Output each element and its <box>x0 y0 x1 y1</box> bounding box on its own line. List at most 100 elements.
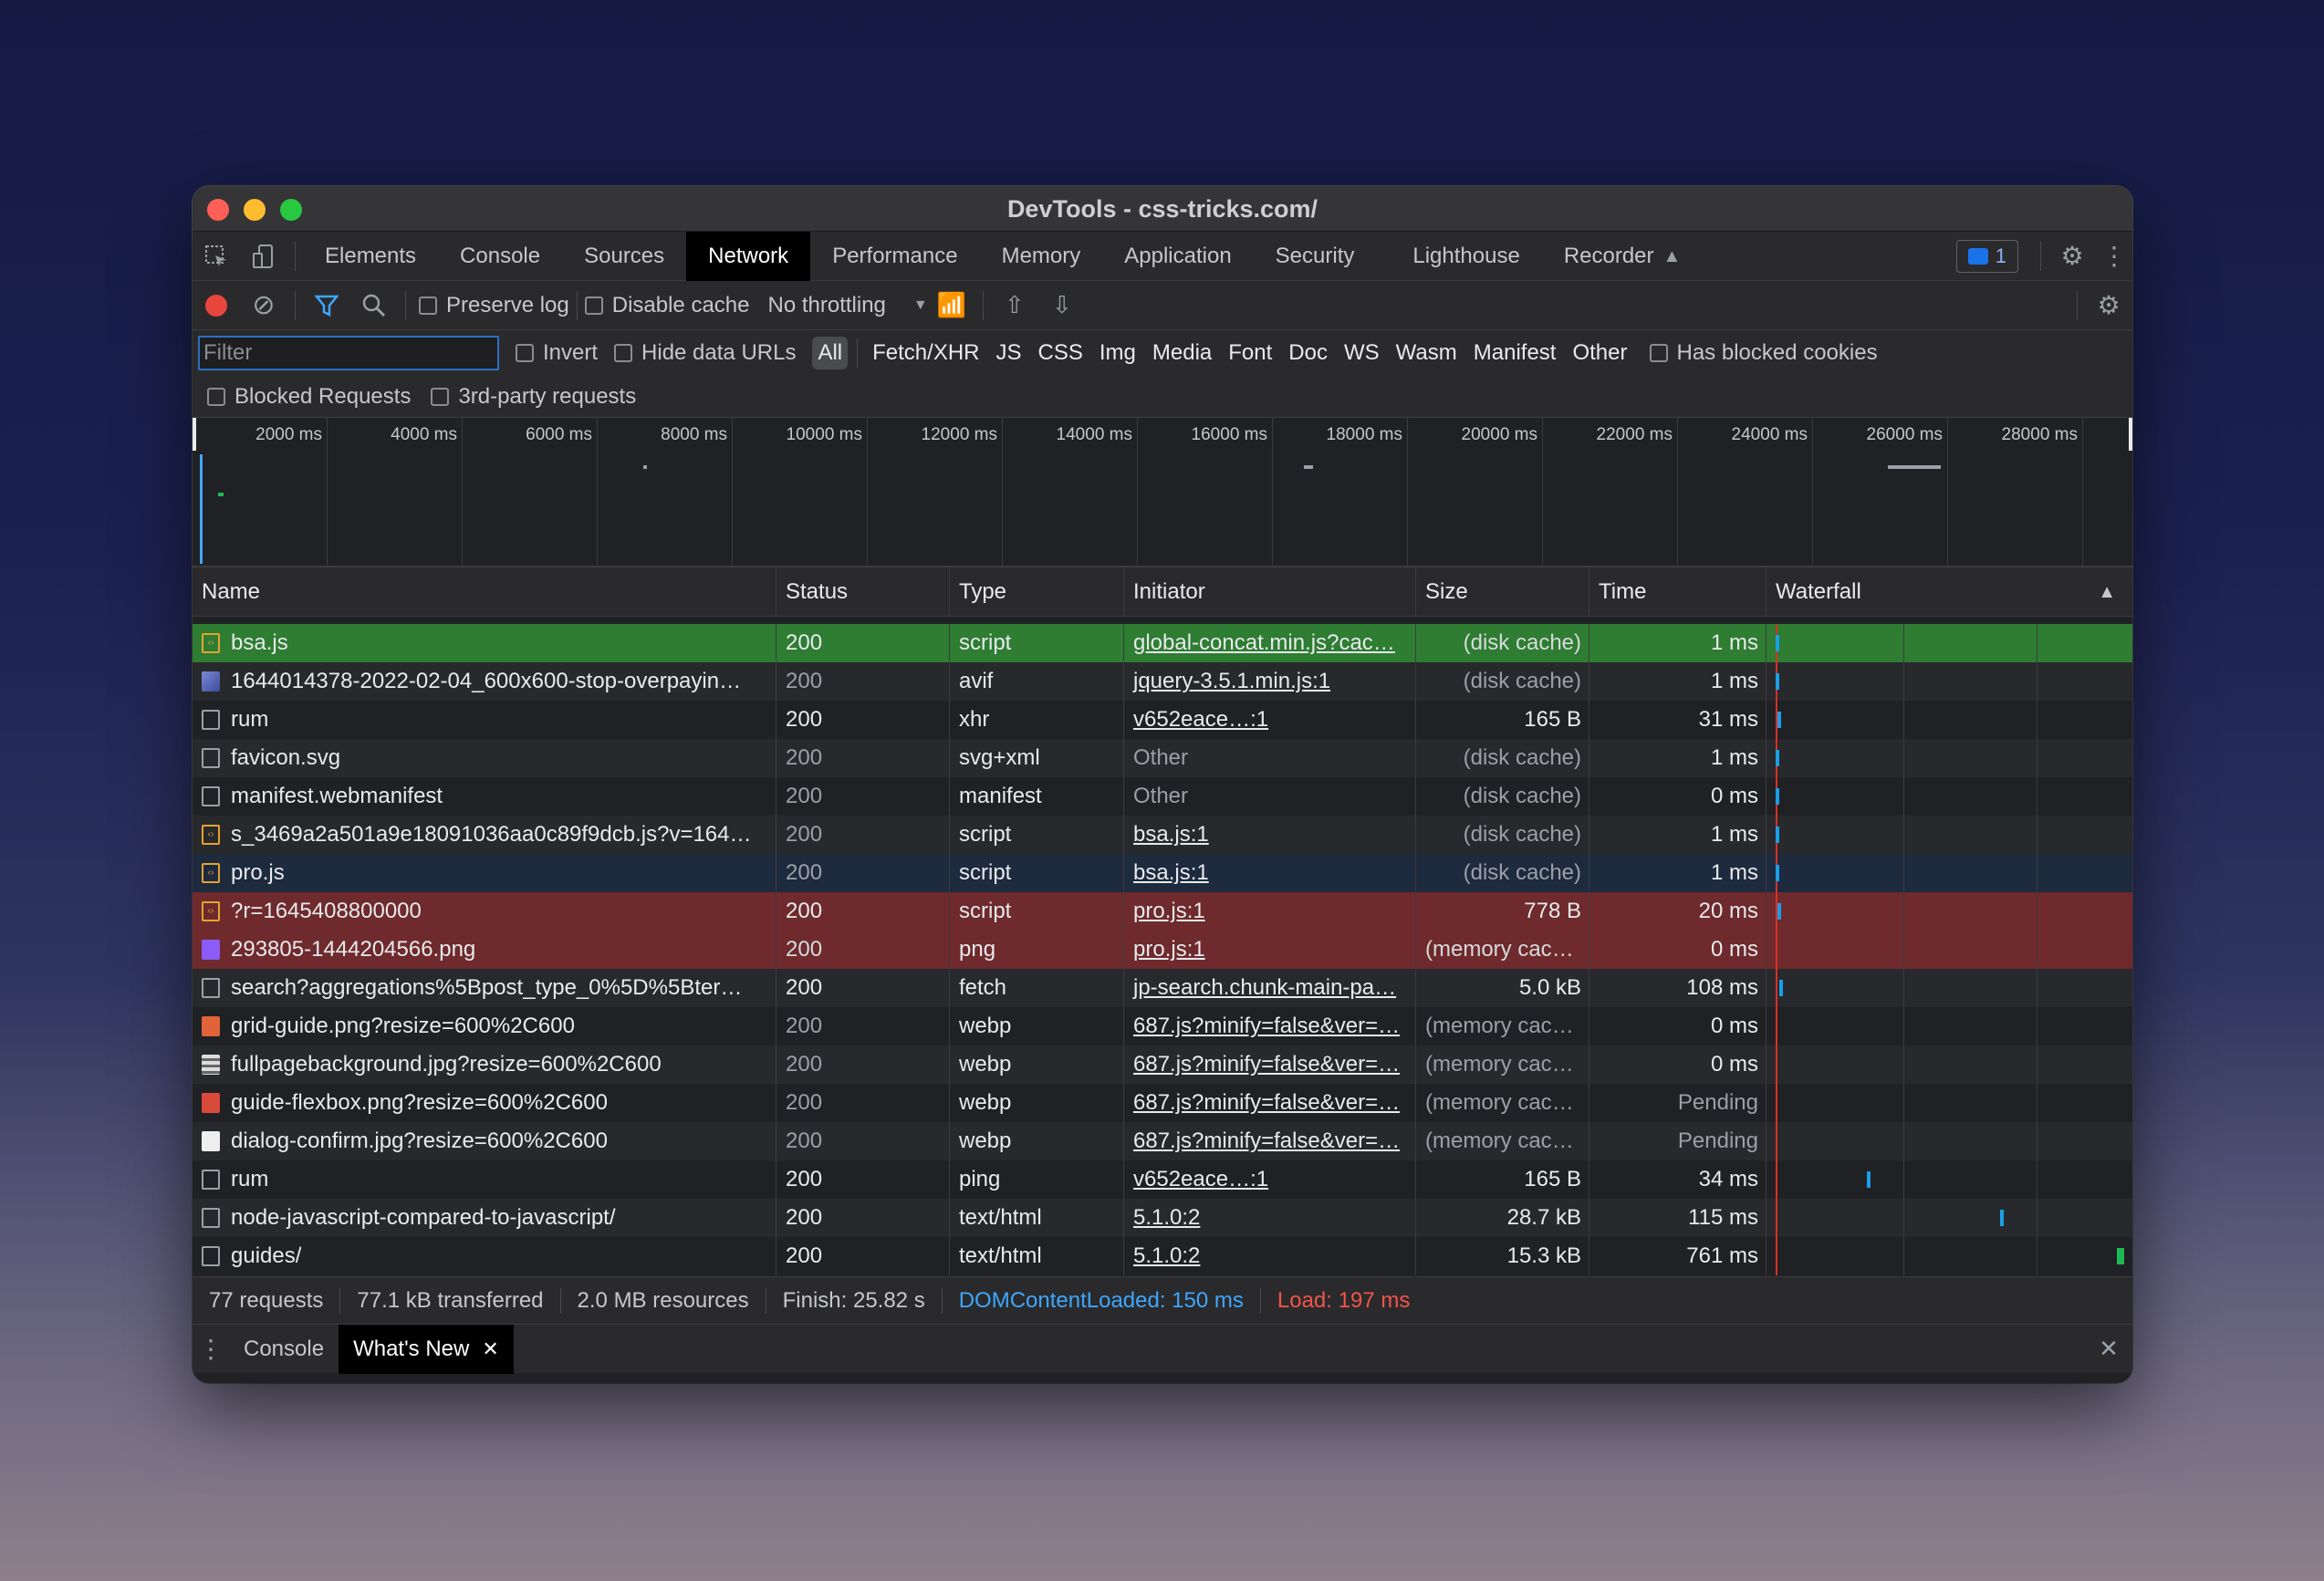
drawer-tab-console[interactable]: Console <box>229 1325 339 1374</box>
column-header-type[interactable]: Type <box>950 567 1124 616</box>
table-row[interactable]: search?aggregations%5Bpost_type_0%5D%5Bt… <box>193 969 2132 1007</box>
initiator-link[interactable]: 5.1.0:2 <box>1124 1199 1416 1237</box>
tab-application[interactable]: Application <box>1102 232 1253 281</box>
tab-lighthouse[interactable]: Lighthouse <box>1376 232 1541 281</box>
request-name-cell[interactable]: rum <box>193 701 776 739</box>
checkbox-box[interactable] <box>431 387 450 406</box>
throttling-select[interactable]: No throttling ▼ <box>767 293 927 318</box>
request-name-cell[interactable]: favicon.svg <box>193 739 776 777</box>
table-row[interactable]: grid-guide.png?resize=600%2C600 200 webp 68… <box>193 1007 2132 1045</box>
filter-type-manifest[interactable]: Manifest <box>1468 337 1562 369</box>
filter-type-all[interactable]: All <box>812 337 849 369</box>
clear-icon[interactable]: ⊘ <box>240 282 287 329</box>
request-name-cell[interactable]: guides/ <box>193 1237 776 1275</box>
drawer-tab-whats-new[interactable]: What's New ✕ <box>339 1324 514 1374</box>
disable-cache-checkbox[interactable]: Disable cache <box>584 293 749 318</box>
checkbox-box[interactable] <box>419 296 437 315</box>
initiator-link[interactable]: 687.js?minify=false&ver=… <box>1124 1084 1416 1122</box>
overview-right-handle[interactable] <box>2129 418 2132 451</box>
tab-recorder[interactable]: Recorder ▲ <box>1542 232 1704 281</box>
table-row[interactable]: ‹› pro.js 200 script bsa.js:1 (disk cache) 1 m… <box>193 854 2132 892</box>
table-row[interactable]: guides/200 text/html 5.1.0:2 15.3 kB 761 ms <box>193 1237 2132 1275</box>
filter-type-media[interactable]: Media <box>1147 337 1217 369</box>
table-row[interactable]: ‹› s_3469a2a501a9e18091036aa0c89f9dcb.js?… <box>193 816 2132 854</box>
column-header-status[interactable]: Status <box>776 567 950 616</box>
filter-funnel-icon[interactable] <box>303 282 350 329</box>
checkbox-box[interactable] <box>516 344 534 362</box>
table-row[interactable]: rum 200 ping v652eace…:1 165 B 34 ms <box>193 1160 2132 1199</box>
overview-left-handle[interactable] <box>193 418 196 451</box>
table-row[interactable]: fullpagebackground.jpg?resize=600%2C600 2… <box>193 1045 2132 1084</box>
tab-memory[interactable]: Memory <box>980 232 1103 281</box>
filter-type-wasm[interactable]: Wasm <box>1391 337 1463 369</box>
initiator-link[interactable]: 5.1.0:2 <box>1124 1237 1416 1275</box>
request-name-cell[interactable]: 1644014378-2022-02-04_600x600-stop-overp… <box>193 662 776 701</box>
hide-data-urls-checkbox[interactable]: Hide data URLs <box>614 340 796 366</box>
tab-sources[interactable]: Sources <box>562 232 686 281</box>
request-name-cell[interactable]: ‹› bsa.js <box>193 624 776 662</box>
initiator-link[interactable]: pro.js:1 <box>1124 892 1416 931</box>
filter-type-doc[interactable]: Doc <box>1283 337 1333 369</box>
request-name-cell[interactable]: node-javascript-compared-to-javascript/ <box>193 1199 776 1237</box>
request-name-cell[interactable]: ‹› s_3469a2a501a9e18091036aa0c89f9dcb.js?… <box>193 816 776 854</box>
initiator-link[interactable]: global-concat.min.js?cac… <box>1124 624 1416 662</box>
filter-type-font[interactable]: Font <box>1223 337 1277 369</box>
tab-performance[interactable]: Performance <box>810 232 979 281</box>
table-row[interactable]: 1644014378-2022-02-04_600x600-stop-overp… <box>193 662 2132 701</box>
record-button[interactable] <box>193 282 240 329</box>
initiator-link[interactable]: pro.js:1 <box>1124 931 1416 969</box>
table-row[interactable]: guide-flexbox.png?resize=600%2C600 200 web… <box>193 1084 2132 1122</box>
request-name-cell[interactable]: ‹› ?r=1645408800000 <box>193 892 776 931</box>
export-har-icon[interactable]: ⇩ <box>1038 282 1086 329</box>
initiator-link[interactable]: v652eace…:1 <box>1124 701 1416 739</box>
filter-type-fetch-xhr[interactable]: Fetch/XHR <box>867 337 985 369</box>
inspect-element-icon[interactable] <box>193 233 240 280</box>
has-blocked-cookies-checkbox[interactable]: Has blocked cookies <box>1649 340 1878 366</box>
request-name-cell[interactable]: grid-guide.png?resize=600%2C600 <box>193 1007 776 1045</box>
network-conditions-icon[interactable]: 📶 <box>928 282 975 329</box>
initiator-link[interactable]: 687.js?minify=false&ver=… <box>1124 1007 1416 1045</box>
column-header-name[interactable]: Name <box>193 567 776 616</box>
checkbox-box[interactable] <box>1649 344 1668 362</box>
table-row[interactable]: ‹› ?r=1645408800000 200 script pro.js:1 778 B… <box>193 892 2132 931</box>
tab-network[interactable]: Network <box>686 231 811 281</box>
filter-type-js[interactable]: JS <box>991 337 1027 369</box>
table-row[interactable]: favicon.svg 200 svg+xml Other (disk cache) 1 … <box>193 739 2132 777</box>
filter-input[interactable] <box>198 336 499 370</box>
initiator-link[interactable]: v652eace…:1 <box>1124 1160 1416 1199</box>
column-header-size[interactable]: Size <box>1416 567 1589 616</box>
request-name-cell[interactable]: rum <box>193 1160 776 1199</box>
request-name-cell[interactable]: ‹› pro.js <box>193 854 776 892</box>
checkbox-box[interactable] <box>584 296 603 315</box>
initiator-link[interactable]: 687.js?minify=false&ver=… <box>1124 1045 1416 1084</box>
tab-console[interactable]: Console <box>438 232 562 281</box>
table-row[interactable]: rum 200 xhr v652eace…:1 165 B 31 ms <box>193 701 2132 739</box>
import-har-icon[interactable]: ⇧ <box>991 282 1038 329</box>
network-settings-gear-icon[interactable]: ⚙ <box>2085 282 2132 329</box>
initiator-link[interactable]: bsa.js:1 <box>1124 816 1416 854</box>
invert-checkbox[interactable]: Invert <box>516 340 598 366</box>
filter-type-other[interactable]: Other <box>1567 337 1632 369</box>
column-header-initiator[interactable]: Initiator <box>1124 567 1416 616</box>
more-options-icon[interactable]: ⋮ <box>2096 233 2132 280</box>
request-name-cell[interactable]: 293805-1444204566.png <box>193 931 776 969</box>
column-header-time[interactable]: Time <box>1589 567 1766 616</box>
network-overview-timeline[interactable]: 2000 ms 4000 ms 6000 ms 8000 ms 10000 ms 1200… <box>193 418 2132 567</box>
table-row[interactable]: ‹› bsa.js 200 script global-concat.min.js?ca… <box>193 624 2132 662</box>
issues-badge[interactable]: 1 <box>1955 239 2018 273</box>
initiator-link[interactable]: bsa.js:1 <box>1124 854 1416 892</box>
request-name-cell[interactable]: search?aggregations%5Bpost_type_0%5D%5Bt… <box>193 969 776 1007</box>
tab-security[interactable]: Security <box>1254 232 1377 281</box>
search-icon[interactable] <box>350 282 398 329</box>
drawer-menu-icon[interactable]: ⋮ <box>193 1326 229 1373</box>
table-row[interactable]: node-javascript-compared-to-javascript/2… <box>193 1199 2132 1237</box>
blocked-requests-checkbox[interactable]: Blocked Requests <box>207 384 411 410</box>
checkbox-box[interactable] <box>207 387 225 406</box>
initiator-link[interactable]: jquery-3.5.1.min.js:1 <box>1124 662 1416 701</box>
request-name-cell[interactable]: dialog-confirm.jpg?resize=600%2C600 <box>193 1122 776 1160</box>
preserve-log-checkbox[interactable]: Preserve log <box>419 293 569 318</box>
close-drawer-icon[interactable]: ✕ <box>2085 1326 2132 1373</box>
filter-type-img[interactable]: Img <box>1094 337 1141 369</box>
request-name-cell[interactable]: guide-flexbox.png?resize=600%2C600 <box>193 1084 776 1122</box>
close-tab-icon[interactable]: ✕ <box>482 1325 498 1374</box>
